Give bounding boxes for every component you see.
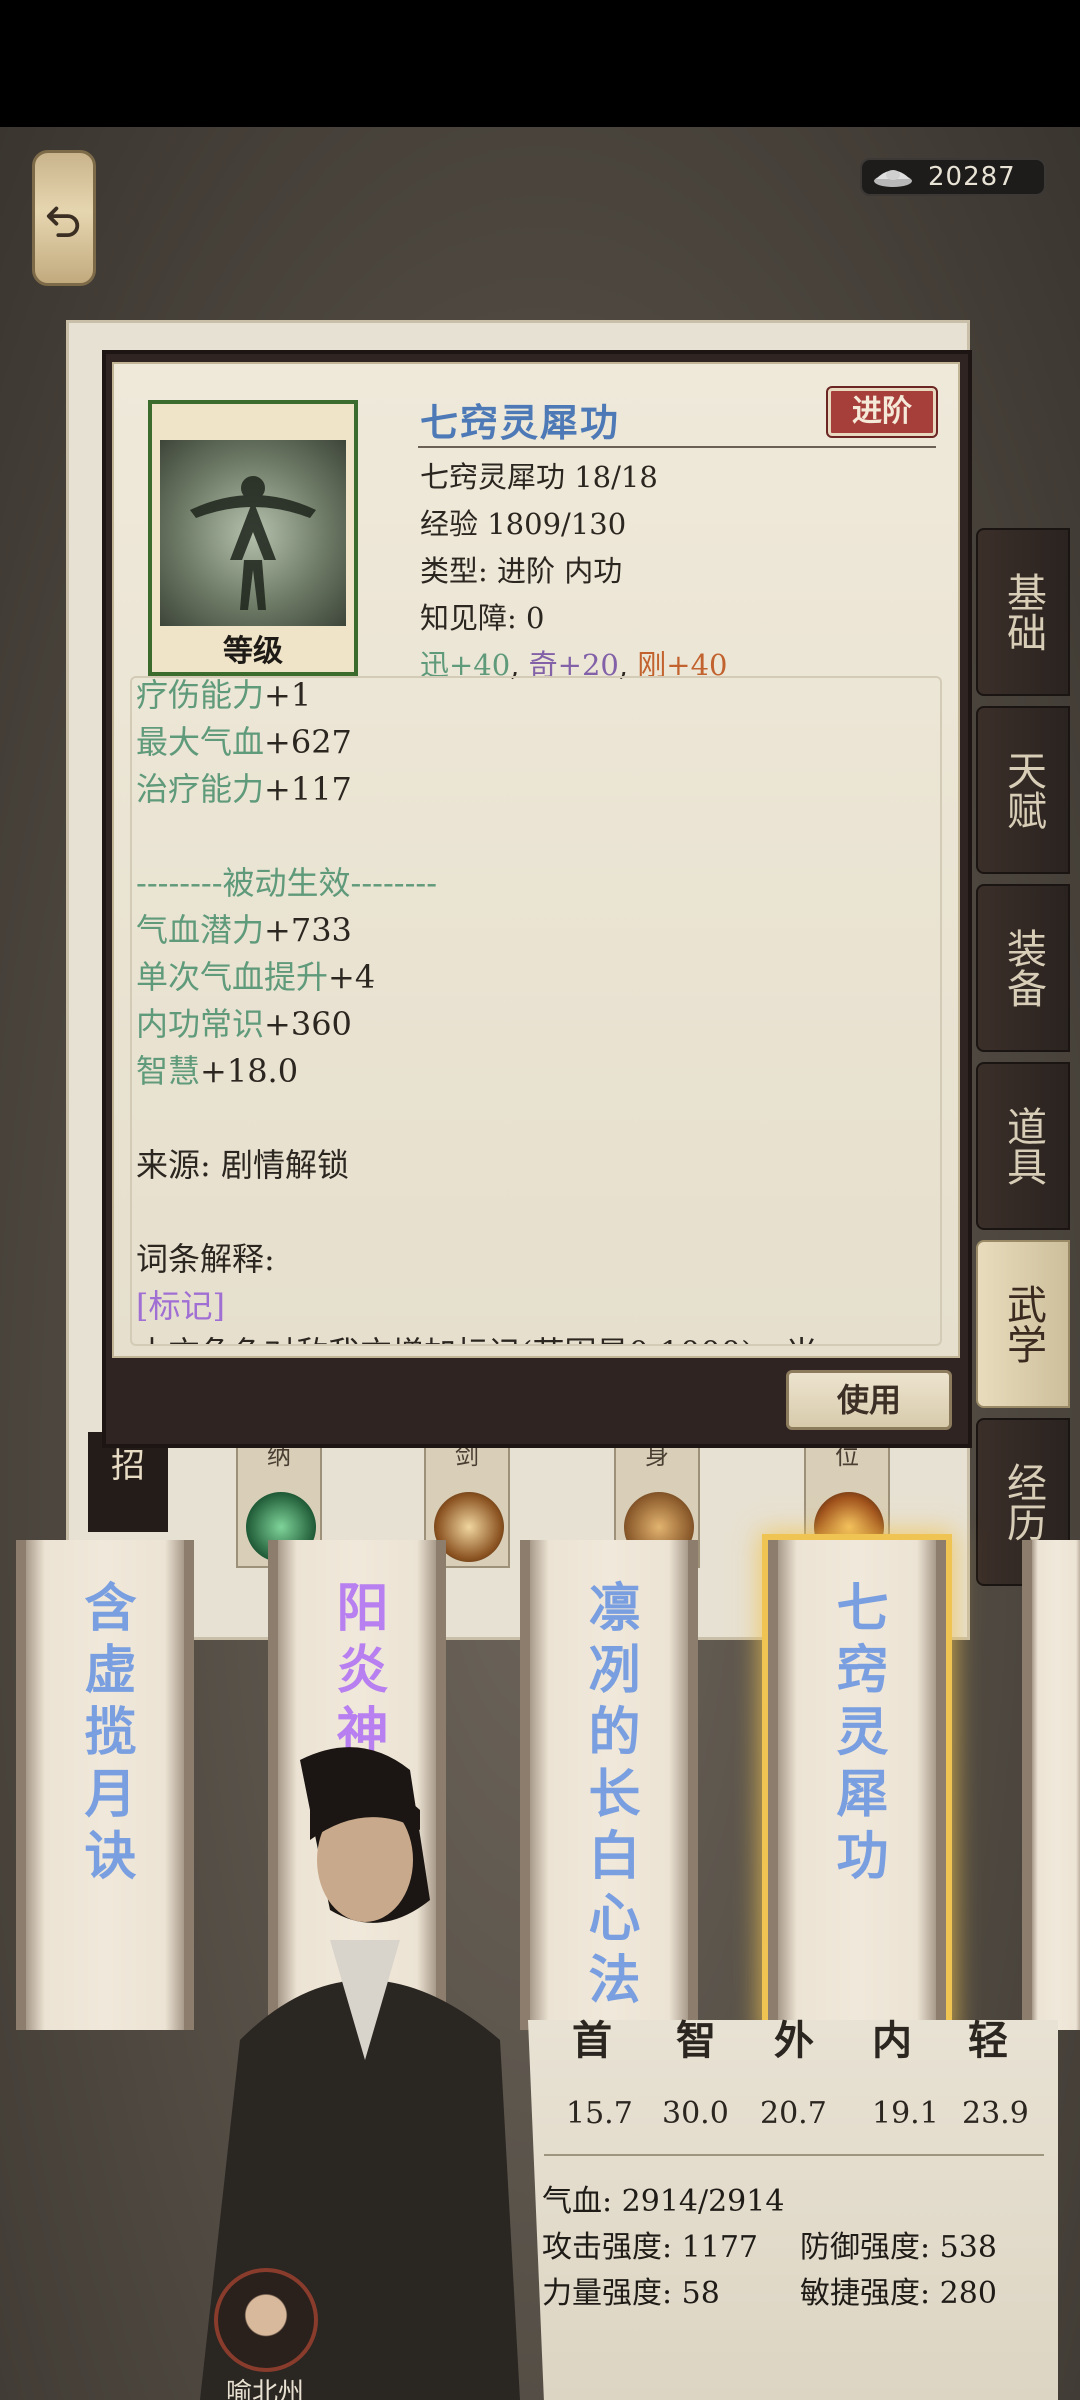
skill-type: 类型: 进阶 内功 xyxy=(420,554,623,588)
portrait-level-label: 等级 xyxy=(223,634,283,669)
effect-line: 疗伤能力+1 xyxy=(136,676,312,714)
character-name: 喻北州 xyxy=(225,2378,304,2400)
skill-info: 七窍灵犀功 18/18 经验 1809/130 类型: 进阶 内功 知见障: 0… xyxy=(420,454,727,689)
terms-label: 词条解释: xyxy=(136,1240,275,1278)
stat-header: 智 xyxy=(676,2017,716,2064)
title-divider xyxy=(418,446,936,448)
skill-scroll-card[interactable]: 凛冽的长白心法 xyxy=(520,1540,698,2030)
stat-header: 外 xyxy=(774,2017,814,2064)
stat-value: 15.7 xyxy=(566,2096,633,2131)
skill-level: 七窍灵犀功 18/18 xyxy=(420,460,658,494)
stat-value: 20.7 xyxy=(760,2096,827,2131)
term-description: 本方角色对敌我方增加标记(范围是0-1000)，当 xyxy=(136,1330,818,1344)
back-button[interactable] xyxy=(32,150,96,286)
stat-hp: 气血: 2914/2914 xyxy=(542,2184,785,2219)
skill-exp: 经验 1809/130 xyxy=(420,507,627,541)
passive-line: 单次气血提升+4 xyxy=(136,958,376,996)
stat-value: 19.1 xyxy=(872,2096,939,2131)
stat-value: 30.0 xyxy=(662,2096,729,2131)
effect-line: 最大气血+627 xyxy=(136,723,352,761)
stat-defense: 防御强度: 538 xyxy=(800,2230,997,2265)
skill-scroll-card[interactable] xyxy=(1022,1540,1080,2030)
use-button[interactable]: 使用 xyxy=(786,1370,952,1430)
passive-header: --------被动生效-------- xyxy=(136,864,438,902)
silver-ingot-icon xyxy=(874,170,912,187)
passive-line: 气血潜力+733 xyxy=(136,911,352,949)
tab-martial-arts[interactable]: 武学 xyxy=(976,1240,1070,1408)
skill-title: 七窍灵犀功 xyxy=(420,400,621,445)
stat-agility: 敏捷强度: 280 xyxy=(800,2276,997,2311)
character-avatar[interactable] xyxy=(214,2268,318,2372)
skill-art-image xyxy=(160,440,346,626)
source-line: 来源: 剧情解锁 xyxy=(136,1146,349,1184)
advance-button[interactable]: 进阶 xyxy=(828,388,936,436)
skill-portrait: 等级 xyxy=(148,400,358,676)
stats-divider xyxy=(544,2154,1044,2156)
effect-line: 治疗能力+117 xyxy=(136,770,352,808)
stat-attack: 攻击强度: 1177 xyxy=(542,2230,758,2265)
passive-line: 智慧+18.0 xyxy=(136,1052,299,1090)
martial-figure-icon xyxy=(190,476,316,610)
return-arrow-icon xyxy=(46,206,80,237)
skill-barrier: 知见障: 0 xyxy=(420,601,545,635)
stat-header: 内 xyxy=(872,2017,912,2064)
skill-scroll-card[interactable]: 含虚揽月诀 xyxy=(16,1540,194,2030)
currency-value: 20287 xyxy=(928,162,1016,192)
tab-items[interactable]: 道具 xyxy=(976,1062,1070,1230)
stat-header: 轻 xyxy=(968,2017,1008,2064)
skill-scroll-card-selected[interactable]: 七窍灵犀功 xyxy=(768,1540,946,2030)
stat-value: 23.9 xyxy=(962,2096,1029,2131)
skill-description-scrollbox[interactable]: 疗伤能力+1 最大气血+627 治疗能力+117 --------被动生效---… xyxy=(130,676,942,1346)
stat-strength: 力量强度: 58 xyxy=(542,2276,720,2311)
tag-term: [标记] xyxy=(136,1287,225,1325)
stat-header: 首 xyxy=(572,2017,612,2064)
currency-display: 20287 xyxy=(860,158,1046,196)
tab-basic[interactable]: 基础 xyxy=(976,528,1070,696)
tab-equipment[interactable]: 装备 xyxy=(976,884,1070,1052)
passive-line: 内功常识+360 xyxy=(136,1005,352,1043)
tab-talent[interactable]: 天赋 xyxy=(976,706,1070,874)
